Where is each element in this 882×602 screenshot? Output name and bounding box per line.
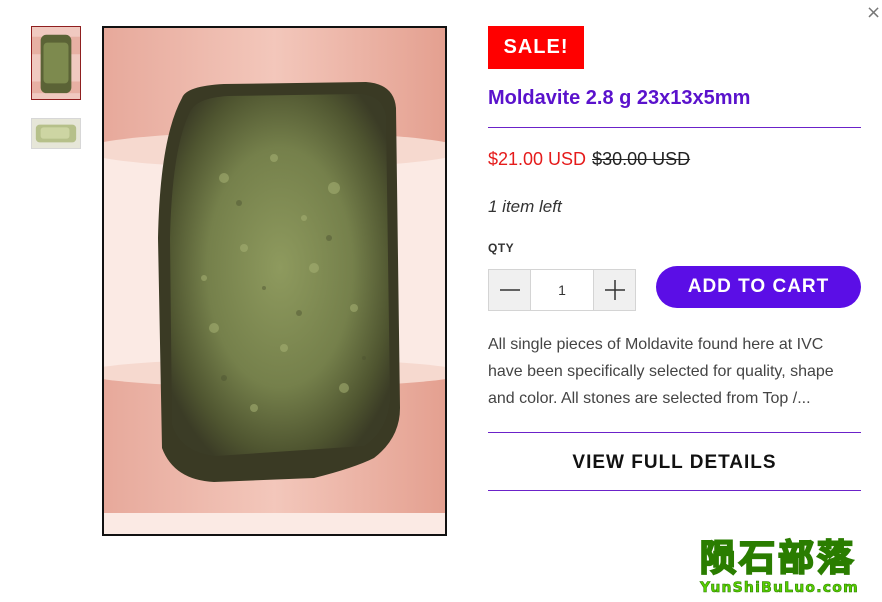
quantity-input[interactable] <box>531 270 593 310</box>
divider <box>488 432 861 433</box>
plus-icon <box>605 280 625 300</box>
product-image <box>102 26 447 536</box>
quantity-label: QTY <box>488 241 515 255</box>
quantity-increase-button[interactable] <box>593 270 635 310</box>
sale-price: $21.00 USD <box>488 149 587 169</box>
stock-status: 1 item left <box>488 197 562 216</box>
quantity-stepper <box>488 269 636 311</box>
close-icon[interactable]: × <box>866 4 881 22</box>
divider <box>488 127 861 128</box>
view-full-details-link[interactable]: VIEW FULL DETAILS <box>488 448 861 478</box>
product-title[interactable]: Moldavite 2.8 g 23x13x5mm <box>488 85 862 111</box>
moldavite-thumbnail-image <box>32 27 80 99</box>
product-description: All single pieces of Moldavite found her… <box>488 336 834 407</box>
divider <box>488 490 861 491</box>
watermark-text-chinese: 陨石部落 <box>699 537 857 580</box>
price: $21.00 USD $30.00 USD <box>488 148 690 170</box>
sale-badge: SALE! <box>488 26 584 69</box>
minus-icon <box>500 289 520 291</box>
watermark-text-url: YunShiBuLuo.com <box>700 580 859 597</box>
watermark-logo: 陨石部落 YunShiBuLuo.com <box>699 537 875 600</box>
thumbnail-side[interactable] <box>31 118 81 149</box>
moldavite-side-thumbnail-image <box>32 119 80 148</box>
thumbnail-front[interactable] <box>31 26 81 100</box>
compare-at-price: $30.00 USD <box>592 149 691 169</box>
quantity-decrease-button[interactable] <box>489 270 531 310</box>
add-to-cart-button[interactable]: ADD TO CART <box>656 266 861 308</box>
